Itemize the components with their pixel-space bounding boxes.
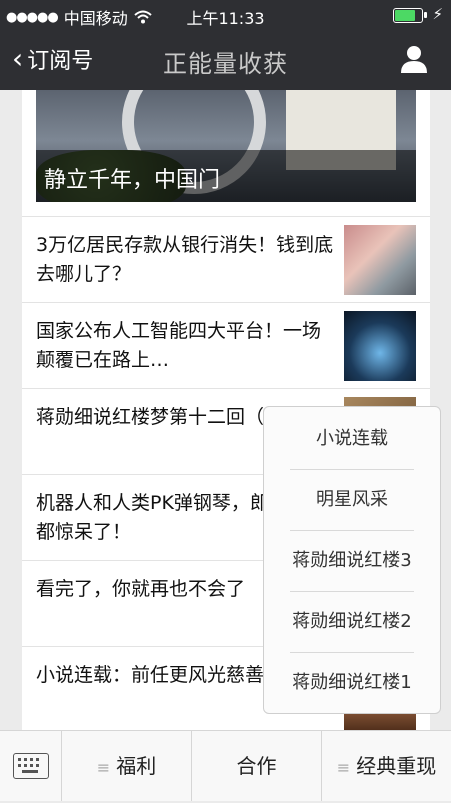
- hero-caption-bar: 静立千年，中国门: [36, 150, 416, 202]
- menu-tab-label: 经典重现: [356, 754, 437, 778]
- menu-tab-label: 福利: [116, 754, 157, 778]
- menu-tab-label: 合作: [236, 754, 277, 778]
- submenu-popup: 小说连载 明星风采 蒋勋细说红楼3 蒋勋细说红楼2 蒋勋细说红楼1: [263, 406, 441, 714]
- list-item[interactable]: 3万亿居民存款从银行消失！钱到底去哪儿了？: [22, 216, 430, 303]
- bottom-menu-bar: ≡ 福利 合作 ≡ 经典重现: [0, 730, 451, 801]
- article-title: 国家公布人工智能四大平台！一场颠覆已在路上…: [36, 320, 322, 371]
- hero-caption: 静立千年，中国门: [44, 168, 221, 193]
- menu-tab-welfare[interactable]: ≡ 福利: [62, 731, 192, 801]
- battery-level: [395, 10, 416, 21]
- article-title: 3万亿居民存款从银行消失！钱到底去哪儿了？: [36, 234, 334, 285]
- menu-lines-icon: ≡: [336, 758, 351, 777]
- page-title: 正能量收获: [163, 50, 288, 78]
- charging-bolt-icon: ⚡: [432, 5, 443, 23]
- clock: 上午11:33: [186, 9, 265, 28]
- thumbnail-money-lock: [344, 225, 416, 295]
- list-item[interactable]: 国家公布人工智能四大平台！一场颠覆已在路上…: [22, 302, 430, 389]
- submenu-item-stars[interactable]: 明星风采: [264, 470, 440, 530]
- submenu-item-honglou-2[interactable]: 蒋勋细说红楼2: [264, 592, 440, 652]
- submenu-item-honglou-3[interactable]: 蒋勋细说红楼3: [264, 531, 440, 591]
- menu-tab-classics[interactable]: ≡ 经典重现: [322, 731, 451, 801]
- profile-icon[interactable]: [399, 44, 429, 74]
- hero-article[interactable]: 静立千年，中国门: [36, 90, 416, 202]
- status-bar: ●●●●● 中国移动 上午11:33 ⚡: [0, 0, 451, 30]
- keyboard-toggle-button[interactable]: [0, 731, 62, 801]
- nav-bar: ‹ 订阅号 正能量收获: [0, 30, 451, 90]
- menu-lines-icon: ≡: [96, 758, 111, 777]
- keyboard-icon: [13, 753, 49, 779]
- submenu-item-honglou-1[interactable]: 蒋勋细说红楼1: [264, 653, 440, 713]
- submenu-item-novel[interactable]: 小说连载: [264, 409, 440, 469]
- menu-tab-cooperation[interactable]: 合作: [192, 731, 322, 801]
- thumbnail-ai-hands: [344, 311, 416, 381]
- battery-icon: [393, 8, 427, 23]
